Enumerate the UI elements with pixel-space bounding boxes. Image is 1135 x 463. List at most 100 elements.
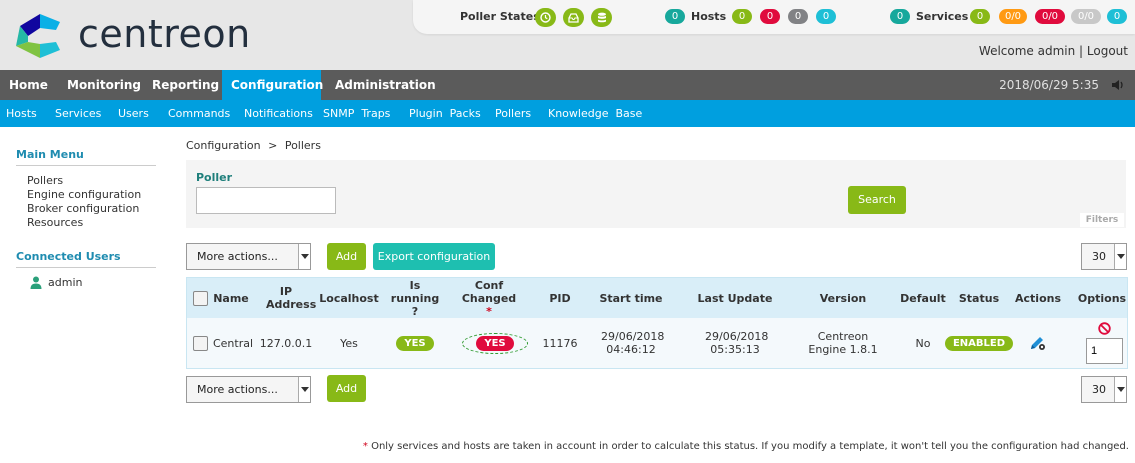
- user-icon: [30, 276, 42, 289]
- poller-clock-icon[interactable]: [535, 8, 556, 27]
- row-select-cell: [189, 318, 211, 368]
- cell-version: Centreon Engine 1.8.1: [808, 330, 878, 356]
- edit-settings-icon[interactable]: [1029, 335, 1047, 351]
- cell-status: ENABLED: [944, 318, 1014, 368]
- running-badge: YES: [396, 335, 434, 351]
- cell-localhost: Yes: [340, 336, 358, 350]
- welcome-text: Welcome admin: [978, 44, 1076, 58]
- subnav-pollers[interactable]: Pollers: [495, 100, 531, 127]
- sound-icon[interactable]: [1111, 79, 1125, 94]
- more-actions-select-top[interactable]: More actions...: [186, 243, 311, 270]
- table-row: Central 127.0.0.1 Yes YES YES 11176 29/0…: [187, 318, 1127, 368]
- subnav-notifications[interactable]: Notifications: [244, 100, 313, 127]
- disable-icon[interactable]: [1098, 322, 1111, 335]
- conf-changed-badge: YES: [476, 335, 514, 351]
- per-page-value: 30: [1092, 383, 1106, 396]
- search-button[interactable]: Search: [848, 186, 906, 214]
- more-actions-select-bottom[interactable]: More actions...: [186, 376, 311, 403]
- cell-pid: 11176: [542, 336, 578, 350]
- col-name[interactable]: Name: [211, 278, 251, 318]
- header: centreon Poller States 0 Hosts 0 0 0 0 0…: [0, 0, 1135, 70]
- duplicate-count-input[interactable]: [1086, 338, 1123, 364]
- more-actions-text: More actions...: [197, 383, 278, 396]
- col-default: Default: [900, 291, 946, 305]
- export-configuration-button[interactable]: Export configuration: [373, 243, 495, 270]
- hosts-unreachable-badge[interactable]: 0: [788, 9, 808, 24]
- hosts-pending-badge[interactable]: 0: [816, 9, 836, 24]
- services-ok-badge[interactable]: 0: [970, 9, 990, 24]
- hosts-label[interactable]: Hosts: [691, 10, 726, 23]
- centreon-logo[interactable]: centreon: [14, 10, 314, 60]
- add-button-top[interactable]: Add: [327, 243, 366, 270]
- hosts-up-badge[interactable]: 0: [732, 9, 752, 24]
- subnav-commands[interactable]: Commands: [168, 100, 230, 127]
- hosts-total-badge[interactable]: 0: [665, 9, 685, 24]
- chevron-down-icon: [298, 377, 310, 402]
- subnav-knowledge-base[interactable]: Knowledge Base: [548, 100, 642, 127]
- poller-database-icon[interactable]: [591, 8, 612, 27]
- connected-users-heading: Connected Users: [16, 250, 156, 268]
- welcome-separator: |: [1075, 44, 1087, 58]
- connected-user[interactable]: admin: [16, 276, 156, 289]
- poller-states-label: Poller States: [460, 10, 540, 23]
- breadcrumb-pollers[interactable]: Pollers: [285, 139, 321, 152]
- services-total-badge[interactable]: 0: [890, 9, 910, 24]
- breadcrumb-separator: >: [268, 139, 278, 152]
- services-label[interactable]: Services: [916, 10, 968, 23]
- brand-name: centreon: [78, 12, 251, 56]
- cell-start-time: 29/06/2018 04:46:12: [601, 330, 665, 356]
- sidebar-item-pollers[interactable]: Pollers: [16, 174, 156, 188]
- sub-nav: Hosts Services Users Commands Notificati…: [0, 100, 1135, 127]
- nav-monitoring[interactable]: Monitoring: [58, 70, 150, 100]
- conf-changed-highlight: YES: [462, 332, 528, 354]
- sidebar-item-resources[interactable]: Resources: [16, 216, 156, 230]
- per-page-select-bottom[interactable]: 30: [1081, 376, 1127, 403]
- cell-is-running: YES: [384, 318, 446, 368]
- nav-configuration[interactable]: Configuration: [222, 70, 323, 100]
- pollers-table: Name IP Address Localhost Is running ? C…: [186, 277, 1128, 369]
- col-is-running: Is running ?: [390, 278, 440, 318]
- col-localhost: Localhost: [319, 291, 379, 305]
- subnav-hosts[interactable]: Hosts: [6, 100, 37, 127]
- sidebar: Main Menu Pollers Engine configuration B…: [16, 148, 156, 289]
- filters-label: Filters: [1080, 213, 1124, 227]
- row-checkbox[interactable]: [192, 335, 208, 351]
- chevron-down-icon: [1114, 377, 1126, 402]
- poller-search-input[interactable]: [196, 187, 336, 214]
- cell-last-update: 29/06/2018 05:35:13: [705, 330, 769, 356]
- footnote-text: Only services and hosts are taken in acc…: [367, 441, 1129, 452]
- poller-inbox-icon[interactable]: [563, 8, 584, 27]
- main-nav: Home Monitoring Reporting Configuration …: [0, 70, 1135, 100]
- cell-default: No: [915, 336, 931, 350]
- cell-name[interactable]: Central: [211, 318, 255, 368]
- logout-link[interactable]: Logout: [1087, 44, 1128, 58]
- subnav-users[interactable]: Users: [118, 100, 149, 127]
- subnav-snmp-traps[interactable]: SNMP Traps: [323, 100, 390, 127]
- services-pending-badge[interactable]: 0: [1107, 9, 1127, 24]
- col-version: Version: [819, 291, 867, 305]
- sidebar-item-engine-configuration[interactable]: Engine configuration: [16, 188, 156, 202]
- per-page-select-top[interactable]: 30: [1081, 243, 1127, 270]
- nav-reporting[interactable]: Reporting: [143, 70, 228, 100]
- select-all-checkbox[interactable]: [192, 290, 208, 306]
- breadcrumb-configuration[interactable]: Configuration: [186, 139, 261, 152]
- services-unknown-badge[interactable]: 0/0: [1071, 9, 1101, 24]
- add-button-bottom[interactable]: Add: [327, 375, 366, 402]
- services-warning-badge[interactable]: 0/0: [999, 9, 1027, 24]
- per-page-value: 30: [1092, 250, 1106, 263]
- col-actions: Actions: [1015, 291, 1061, 305]
- services-critical-badge[interactable]: 0/0: [1035, 9, 1065, 24]
- subnav-plugin-packs[interactable]: Plugin Packs: [409, 100, 481, 127]
- nav-home[interactable]: Home: [0, 70, 57, 100]
- poller-filter-label: Poller: [196, 171, 233, 184]
- subnav-services[interactable]: Services: [55, 100, 101, 127]
- col-ip-address: IP Address: [266, 285, 317, 311]
- cell-ip: 127.0.0.1: [259, 336, 313, 350]
- sidebar-item-broker-configuration[interactable]: Broker configuration: [16, 202, 156, 216]
- datetime: 2018/06/29 5:35: [999, 78, 1099, 92]
- nav-administration[interactable]: Administration: [326, 70, 445, 100]
- col-start-time: Start time: [599, 291, 663, 305]
- col-conf-changed: Conf Changed *: [461, 278, 517, 318]
- hosts-down-badge[interactable]: 0: [760, 9, 780, 24]
- main-menu-heading: Main Menu: [16, 148, 156, 166]
